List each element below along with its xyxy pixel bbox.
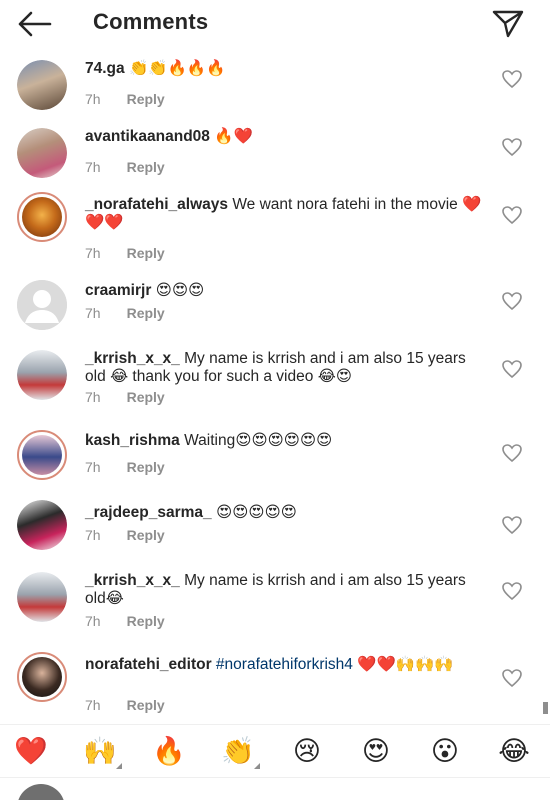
comments-header: Comments [0,0,550,48]
arrow-left-icon [18,11,52,37]
share-button[interactable] [490,8,526,38]
reaction-sad-button[interactable]: 😢 [287,733,327,769]
reply-button[interactable]: Reply [127,91,165,107]
back-button[interactable] [14,8,54,40]
reaction-fire-button[interactable]: 🔥 [149,733,189,769]
reply-button[interactable]: Reply [127,389,165,405]
avatar[interactable] [17,60,67,110]
avatar[interactable] [17,350,67,400]
comment-meta: 7h Reply [85,159,165,175]
comments-list[interactable]: 74.ga 👏👏🔥🔥🔥 7h Reply avantikaanand08 🔥❤️ … [0,48,550,720]
comment-text: craamirjr 😍😍😍 [85,282,490,300]
comment-composer [0,777,550,800]
comment-text: _rajdeep_sarma_ 😍😍😍😍😍 [85,504,490,522]
comment-time: 7h [85,527,101,543]
comment-meta: 7h Reply [85,245,165,261]
comment-username[interactable]: 74.ga [85,60,125,77]
like-heart-icon[interactable] [501,137,523,157]
skin-tone-indicator-icon [254,763,260,769]
comment-message: 🔥❤️ [214,128,253,145]
like-heart-icon[interactable] [501,205,523,225]
comment-text: 74.ga 👏👏🔥🔥🔥 [85,60,490,78]
avatar[interactable] [17,192,67,242]
like-heart-icon[interactable] [501,515,523,535]
reply-button[interactable]: Reply [127,613,165,629]
avatar[interactable] [17,430,67,480]
comment-time: 7h [85,389,101,405]
quick-reaction-bar: ❤️ 🙌 🔥 👏 😢 😍 😮 😂 [0,725,550,777]
comment-message: Waiting😍😍😍😍😍😍 [184,432,333,449]
paper-plane-icon [492,10,524,38]
reply-button[interactable]: Reply [127,459,165,475]
reaction-heart-button[interactable]: ❤️ [11,733,51,769]
like-heart-icon[interactable] [501,668,523,688]
like-heart-icon[interactable] [501,291,523,311]
avatar[interactable] [17,280,67,330]
comment-username[interactable]: _krrish_x_x_ [85,350,180,367]
comment-meta: 7h Reply [85,459,165,475]
reaction-clap-emoji: 👏 [221,736,255,766]
skin-tone-indicator-icon [116,763,122,769]
reply-button[interactable]: Reply [127,305,165,321]
like-heart-icon[interactable] [501,581,523,601]
reaction-wow-button[interactable]: 😮 [425,733,465,769]
comment-meta: 7h Reply [85,305,165,321]
avatar[interactable] [17,572,67,622]
comment-time: 7h [85,159,101,175]
avatar [17,784,65,800]
avatar[interactable] [17,128,67,178]
reaction-heart-eyes-button[interactable]: 😍 [356,733,396,769]
comment-meta: 7h Reply [85,527,165,543]
default-user-icon [17,280,67,330]
comment-message: 😍😍😍😍😍 [215,504,297,521]
comment-username[interactable]: _norafatehi_always [85,196,228,213]
comment-time: 7h [85,613,101,629]
comment-time: 7h [85,245,101,261]
comment-hashtag[interactable]: #norafatehiforkrish4 [216,656,353,673]
comment-input[interactable] [92,792,472,800]
avatar[interactable] [17,500,67,550]
comment-time: 7h [85,697,101,713]
comment-text: _krrish_x_x_ My name is krrish and i am … [85,572,490,608]
comment-message: ❤️❤️🙌🙌🙌 [357,656,454,673]
reaction-raised-hands-button[interactable]: 🙌 [80,733,122,769]
comment-text: norafatehi_editor #norafatehiforkrish4 ❤… [85,656,490,674]
comment-username[interactable]: craamirjr [85,282,151,299]
reaction-raised-hands-emoji: 🙌 [83,736,117,766]
comment-time: 7h [85,91,101,107]
comment-username[interactable]: norafatehi_editor [85,656,212,673]
comment-meta: 7h Reply [85,389,165,405]
reaction-laugh-button[interactable]: 😂 [494,733,534,769]
comment-username[interactable]: avantikaanand08 [85,128,210,145]
comment-time: 7h [85,459,101,475]
reaction-clap-button[interactable]: 👏 [218,733,260,769]
reply-button[interactable]: Reply [127,245,165,261]
reply-button[interactable]: Reply [127,697,165,713]
comment-username[interactable]: kash_rishma [85,432,180,449]
comment-text: _norafatehi_always We want nora fatehi i… [85,196,490,232]
comment-username[interactable]: _rajdeep_sarma_ [85,504,212,521]
comment-message: 👏👏🔥🔥🔥 [128,60,226,77]
comment-text: avantikaanand08 🔥❤️ [85,128,490,146]
scrollbar-thumb[interactable] [543,702,548,714]
comment-message: 😍😍😍 [155,282,205,299]
comment-username[interactable]: _krrish_x_x_ [85,572,180,589]
avatar[interactable] [17,652,67,702]
comment-meta: 7h Reply [85,697,165,713]
like-heart-icon[interactable] [501,69,523,89]
like-heart-icon[interactable] [501,443,523,463]
comment-meta: 7h Reply [85,613,165,629]
page-title: Comments [93,9,209,34]
reply-button[interactable]: Reply [127,527,165,543]
like-heart-icon[interactable] [501,359,523,379]
comment-text: kash_rishma Waiting😍😍😍😍😍😍 [85,432,490,450]
comment-text: _krrish_x_x_ My name is krrish and i am … [85,350,490,386]
comment-meta: 7h Reply [85,91,165,107]
comment-time: 7h [85,305,101,321]
reply-button[interactable]: Reply [127,159,165,175]
